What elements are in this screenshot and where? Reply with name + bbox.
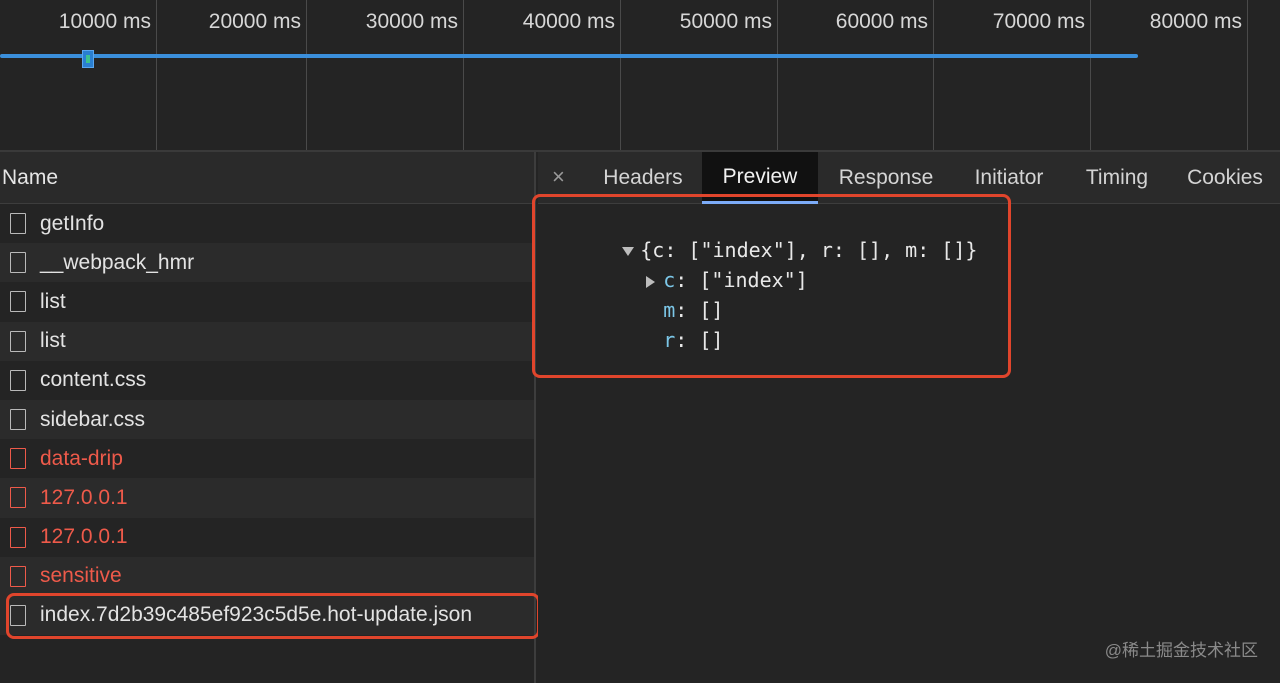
request-row[interactable]: list <box>0 321 534 361</box>
file-icon <box>10 252 26 274</box>
request-row[interactable]: index.7d2b39c485ef923c5d5e.hot-update.js… <box>0 595 534 636</box>
request-row[interactable]: getInfo <box>0 204 534 243</box>
request-name: content.css <box>40 368 147 392</box>
timeline-overview[interactable]: 10000 ms 20000 ms 30000 ms 40000 ms 5000… <box>0 0 1280 152</box>
request-row[interactable]: __webpack_hmr <box>0 243 534 283</box>
request-row[interactable]: 127.0.0.1 <box>0 518 534 557</box>
file-icon <box>10 409 26 431</box>
file-icon <box>10 369 26 391</box>
request-row[interactable]: 127.0.0.1 <box>0 478 534 518</box>
details-tabbar: × Headers Preview Response Initiator Tim… <box>538 152 1280 204</box>
request-name: data-drip <box>40 446 123 470</box>
timeline-tick: 40000 ms <box>464 0 621 150</box>
timeline-tick: 70000 ms <box>934 0 1091 150</box>
request-row[interactable]: list <box>0 282 534 321</box>
tab-cookies[interactable]: Cookies <box>1170 152 1280 204</box>
timeline-tick: 20000 ms <box>150 0 307 150</box>
request-rows: getInfo __webpack_hmrlist list content.css s… <box>0 204 534 636</box>
file-icon <box>10 604 26 626</box>
timeline-tick-label: 80000 ms <box>1149 10 1242 33</box>
timeline-tick: 60000 ms <box>777 0 934 150</box>
timeline-tick: 30000 ms <box>307 0 464 150</box>
request-name: index.7d2b39c485ef923c5d5e.hot-update.js… <box>40 603 473 627</box>
name-column-header[interactable]: Name <box>0 152 534 204</box>
close-icon[interactable]: × <box>552 164 565 190</box>
timeline-tick-label: 10000 ms <box>58 10 151 33</box>
file-icon <box>10 565 26 587</box>
tab-headers[interactable]: Headers <box>584 152 702 204</box>
timeline-tick-label: 30000 ms <box>365 10 458 33</box>
request-name: __webpack_hmr <box>40 250 195 274</box>
request-name: sensitive <box>40 564 122 588</box>
request-row[interactable]: data-drip <box>0 439 534 478</box>
json-key: r <box>663 328 676 352</box>
timeline-marker[interactable] <box>82 50 94 68</box>
json-value: [] <box>699 328 724 352</box>
timeline-tick: 80000 ms <box>1091 0 1248 150</box>
json-separator: : <box>675 328 700 352</box>
json-entry-row: r: [] <box>591 304 723 376</box>
request-name: list <box>40 329 66 353</box>
timeline-request-bar[interactable] <box>0 54 1138 58</box>
request-list: Name getInfo __webpack_hmrlist list content… <box>0 152 540 683</box>
request-name: 127.0.0.1 <box>40 525 128 549</box>
request-row[interactable]: sidebar.css <box>0 399 534 440</box>
timeline-tick-label: 50000 ms <box>679 10 772 33</box>
request-details-panel: × Headers Preview Response Initiator Tim… <box>532 152 1280 683</box>
tab-initiator[interactable]: Initiator <box>954 152 1064 204</box>
request-name: getInfo <box>40 211 105 235</box>
request-name: list <box>40 289 66 313</box>
request-row[interactable]: content.css <box>0 361 534 400</box>
timeline-tick-label: 20000 ms <box>208 10 301 33</box>
timeline-tick: 10000 ms <box>0 0 157 150</box>
timeline-tick-label: 70000 ms <box>992 10 1085 33</box>
file-icon <box>10 448 26 470</box>
timeline-tick: 50000 ms <box>621 0 778 150</box>
json-preview: {c: ["index"], r: [], m: []} c: ["index"… <box>532 194 1280 683</box>
file-icon <box>10 487 26 509</box>
timeline-tick-label: 60000 ms <box>835 10 928 33</box>
tab-preview[interactable]: Preview <box>702 152 818 204</box>
request-row[interactable]: sensitive <box>0 556 534 596</box>
watermark: @稀土掘金技术社区 <box>1104 641 1258 660</box>
request-name: 127.0.0.1 <box>40 485 128 509</box>
tab-response[interactable]: Response <box>818 152 954 204</box>
file-icon <box>10 213 26 235</box>
file-icon <box>10 291 26 313</box>
request-name: sidebar.css <box>40 407 146 431</box>
file-icon <box>10 526 26 548</box>
file-icon <box>10 330 26 352</box>
timeline-tick-label: 40000 ms <box>522 10 615 33</box>
tab-timing[interactable]: Timing <box>1064 152 1170 204</box>
